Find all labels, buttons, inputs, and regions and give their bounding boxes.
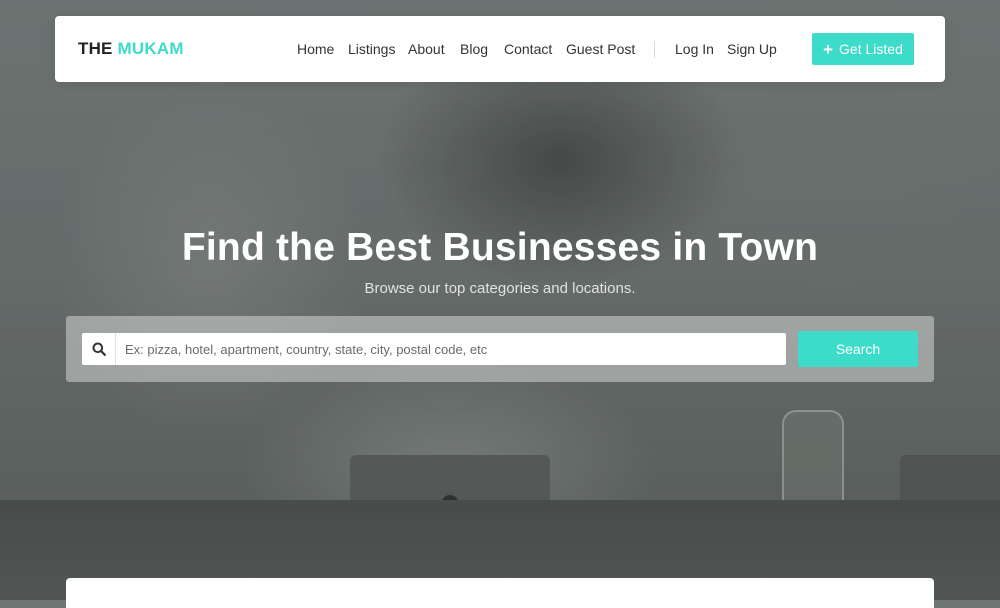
site-logo[interactable]: THE MUKAM	[78, 39, 184, 59]
hero-background	[0, 0, 1000, 600]
hero-title: Find the Best Businesses in Town	[181, 226, 819, 269]
navbar: THE MUKAM Home Listings About Blog Conta…	[55, 16, 945, 82]
nav-blog[interactable]: Blog	[460, 41, 488, 57]
content-card	[66, 578, 934, 608]
nav-contact[interactable]: Contact	[504, 41, 552, 57]
search-button[interactable]: Search	[798, 331, 918, 367]
nav-listings[interactable]: Listings	[348, 41, 395, 57]
login-link[interactable]: Log In	[675, 41, 714, 57]
nav-guest-post[interactable]: Guest Post	[566, 41, 635, 57]
search-input[interactable]	[116, 333, 786, 365]
get-listed-button[interactable]: + Get Listed	[812, 33, 914, 65]
plus-icon: +	[823, 39, 834, 59]
search-panel: Search	[66, 316, 934, 382]
nav-divider	[654, 41, 655, 58]
search-icon	[82, 333, 116, 365]
hero-subtitle: Browse our top categories and locations.	[364, 280, 636, 297]
nav-about[interactable]: About	[408, 41, 445, 57]
nav-home[interactable]: Home	[297, 41, 334, 57]
search-box	[82, 333, 786, 365]
get-listed-label: Get Listed	[839, 41, 903, 57]
logo-text-the: THE	[78, 39, 113, 58]
signup-link[interactable]: Sign Up	[727, 41, 777, 57]
logo-text-mukam: MUKAM	[117, 39, 184, 58]
hero-overlay	[0, 0, 1000, 600]
